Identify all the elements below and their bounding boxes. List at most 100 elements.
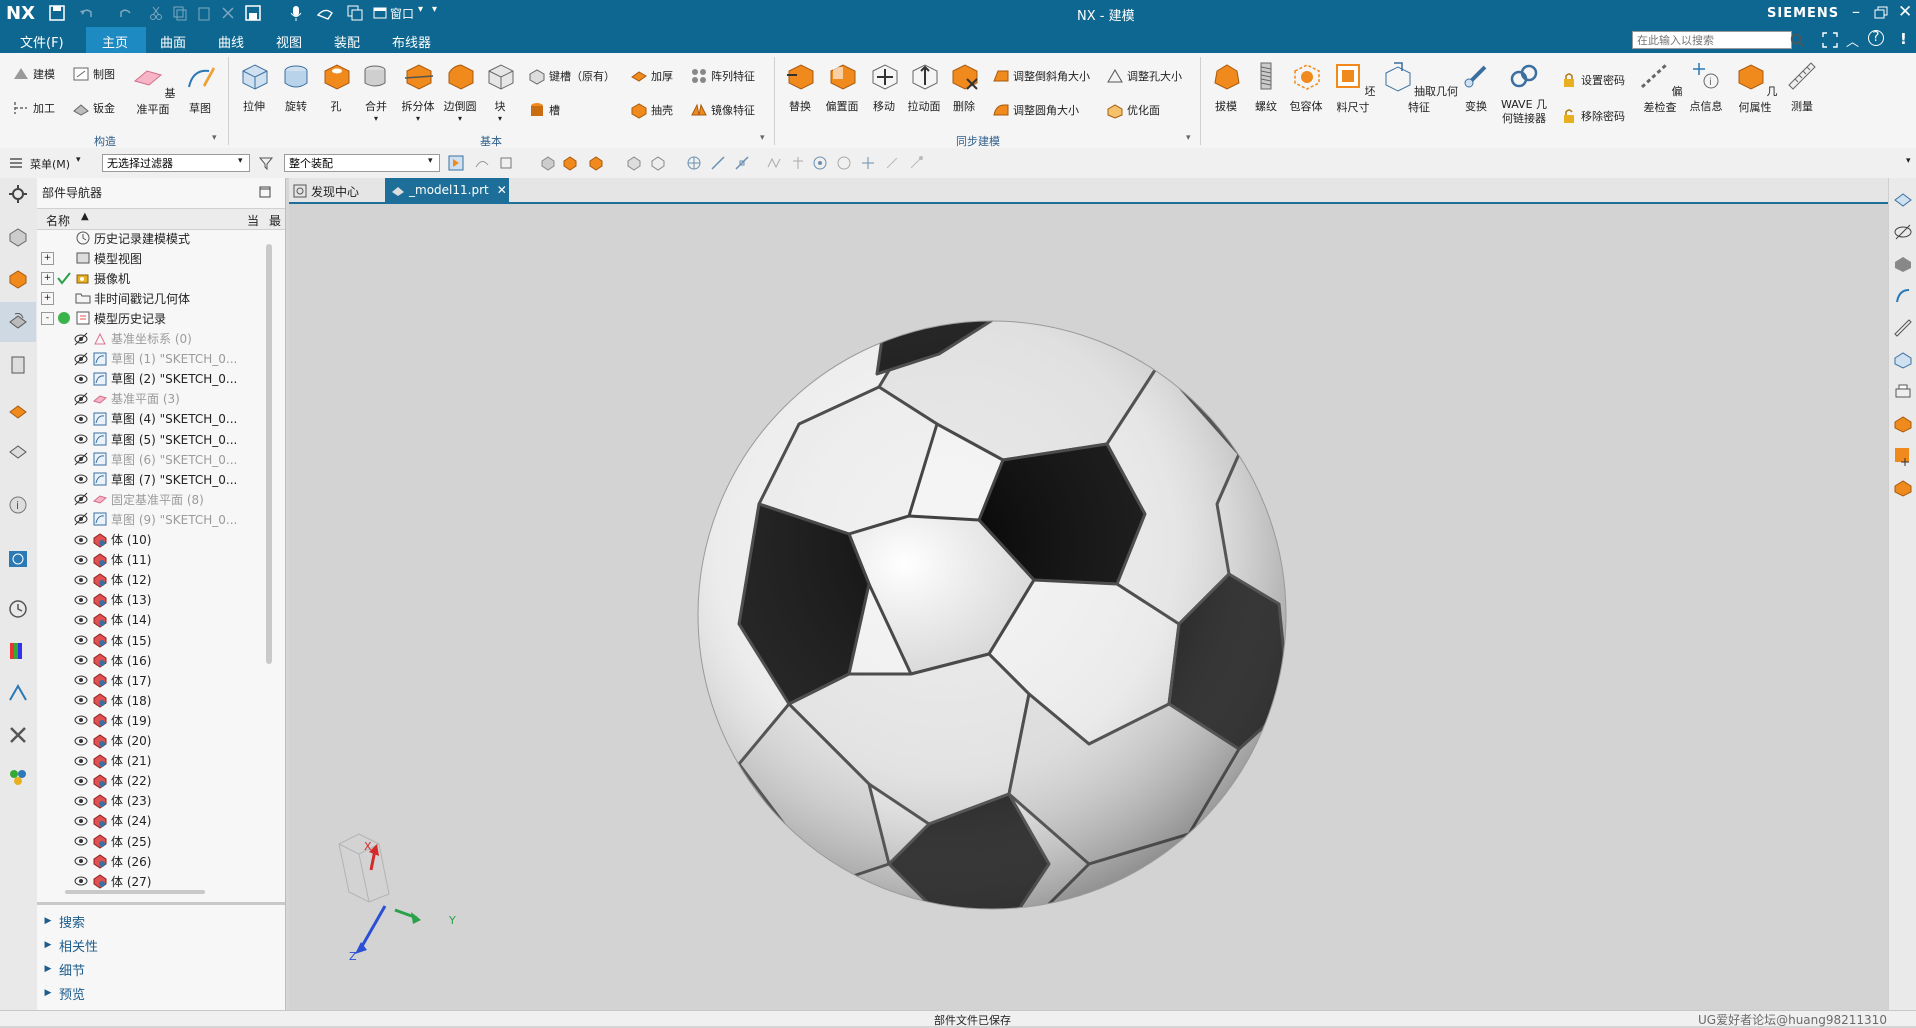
resize-chamfer-button[interactable]: 调整倒斜角大小 <box>992 67 1090 85</box>
snap-center-icon[interactable] <box>812 155 828 171</box>
toolbar-options-icon[interactable]: ▾ <box>1906 156 1911 166</box>
eye-visibility-icon[interactable] <box>73 692 89 708</box>
wave-linker-button[interactable]: WAVE 几何链接器 <box>1498 59 1550 126</box>
tree-row[interactable]: 基准平面 (3) <box>37 389 262 409</box>
sketch-button[interactable]: 草图 <box>180 61 220 116</box>
unite-button[interactable]: 合并 ▾ <box>356 59 396 123</box>
switch-window-icon[interactable] <box>346 4 364 22</box>
paste-icon[interactable] <box>196 5 212 21</box>
cut-icon[interactable] <box>148 5 164 21</box>
slot-legacy-button[interactable]: 键槽（原有） <box>528 67 615 85</box>
manufacturing-button[interactable]: 加工 <box>12 99 55 117</box>
tree-row[interactable]: 体 (19) <box>37 710 262 730</box>
remove-password-button[interactable]: 移除密码 <box>1560 107 1625 125</box>
reuse-library-icon[interactable] <box>7 354 29 376</box>
select-face-icon[interactable] <box>562 155 578 171</box>
eye-visibility-icon[interactable] <box>73 532 89 548</box>
settings-icon[interactable] <box>7 183 29 205</box>
select-component-icon[interactable] <box>588 155 604 171</box>
offset-face-button[interactable]: 偏置面 <box>822 59 862 114</box>
snap-existing-point-icon[interactable] <box>860 155 876 171</box>
tree-row[interactable]: 体 (16) <box>37 650 262 670</box>
replace-face-button[interactable]: 替换 <box>780 59 820 114</box>
tree-row[interactable]: 体 (11) <box>37 550 262 570</box>
snap-quadrant-icon[interactable] <box>836 155 852 171</box>
graphics-window[interactable]: X Z Y <box>289 202 1888 1012</box>
transform-button[interactable]: 变换 <box>1458 59 1494 114</box>
process-studio-icon[interactable] <box>7 682 29 704</box>
eye-visibility-icon[interactable] <box>73 431 89 447</box>
tree-row[interactable]: 草图 (2) "SKETCH_0... <box>37 369 262 389</box>
select-solid-icon[interactable] <box>650 155 666 171</box>
eye-visibility-icon[interactable] <box>73 572 89 588</box>
select-body-icon[interactable] <box>540 155 556 171</box>
tree-row[interactable]: 体 (23) <box>37 791 262 811</box>
select-sketch-icon[interactable] <box>498 155 514 171</box>
tree-row[interactable]: - 模型历史记录 <box>37 308 262 328</box>
menu-icon[interactable] <box>8 155 24 171</box>
maximize-panel-icon[interactable] <box>259 186 271 198</box>
save-options-icon[interactable] <box>244 4 262 22</box>
redo-icon[interactable] <box>118 5 134 21</box>
scope-dropdown-icon[interactable]: ▾ <box>428 156 433 166</box>
search-icon[interactable] <box>1790 33 1804 47</box>
eye-visibility-icon[interactable] <box>73 331 89 347</box>
sheet-metal-button[interactable]: 钣金 <box>72 99 115 117</box>
column-current[interactable]: 当 <box>247 212 259 229</box>
tree-row[interactable]: 体 (20) <box>37 731 262 751</box>
tree-row[interactable]: 体 (26) <box>37 851 262 871</box>
select-all-icon[interactable] <box>626 155 642 171</box>
extract-geometry-button[interactable]: 抽取几何特征 <box>1380 59 1458 115</box>
measure-button[interactable]: 测量 <box>1782 59 1822 114</box>
roles-icon[interactable] <box>7 766 29 788</box>
part-navigator-icon[interactable] <box>7 310 29 332</box>
measure-distance-icon[interactable] <box>1893 286 1913 306</box>
search-panel[interactable]: ▶ 搜索 <box>37 910 277 932</box>
eye-visibility-icon[interactable] <box>73 632 89 648</box>
eye-visibility-icon[interactable] <box>73 672 89 688</box>
dependencies-panel[interactable]: ▶ 相关性 <box>37 934 277 956</box>
edit-object-display-icon[interactable] <box>1893 478 1913 498</box>
tree-row[interactable]: 体 (18) <box>37 690 262 710</box>
expander-icon[interactable]: - <box>41 311 54 325</box>
tab-assembly[interactable]: 装配 <box>334 32 360 51</box>
tab-home[interactable]: 主页 <box>102 32 128 51</box>
save-icon[interactable] <box>48 4 66 22</box>
preview-panel[interactable]: ▶ 预览 <box>37 982 277 1004</box>
view-orient-icon[interactable] <box>1893 350 1913 370</box>
palette-icon[interactable] <box>7 640 29 662</box>
expander-icon[interactable]: + <box>41 291 54 305</box>
file-menu[interactable]: 文件(F) <box>20 32 64 51</box>
eye-visibility-icon[interactable] <box>73 491 89 507</box>
snap-on-face-icon[interactable] <box>908 155 924 171</box>
sort-ascending-icon[interactable]: ▲ <box>81 211 89 222</box>
datum-plane-button[interactable]: 基准平面 <box>130 61 176 117</box>
point-info-button[interactable]: i 点信息 <box>1686 59 1726 114</box>
eye-visibility-icon[interactable] <box>73 813 89 829</box>
filter-dropdown-icon[interactable]: ▾ <box>238 156 243 166</box>
quick-access-customize-icon[interactable]: ▾ <box>432 4 437 15</box>
tree-row[interactable]: 草图 (1) "SKETCH_0... <box>37 349 262 369</box>
eye-visibility-icon[interactable] <box>73 773 89 789</box>
tree-row[interactable]: 体 (13) <box>37 590 262 610</box>
draft-button[interactable]: 拔模 <box>1206 59 1246 114</box>
groove-button[interactable]: 槽 <box>528 101 560 119</box>
move-object-icon[interactable] <box>1893 446 1913 466</box>
tree-row[interactable]: 体 (14) <box>37 610 262 630</box>
move-face-button[interactable]: 移动 <box>864 59 904 114</box>
eye-visibility-icon[interactable] <box>73 753 89 769</box>
eye-visibility-icon[interactable] <box>73 733 89 749</box>
construct-expand-icon[interactable]: ▾ <box>212 133 217 143</box>
snap-end-icon[interactable] <box>710 155 726 171</box>
tree-horizontal-scrollbar[interactable] <box>65 890 205 894</box>
deviation-check-button[interactable]: 偏差检查 <box>1636 59 1684 115</box>
eye-visibility-icon[interactable] <box>73 873 89 889</box>
eye-visibility-icon[interactable] <box>73 833 89 849</box>
panel-divider[interactable] <box>37 902 285 905</box>
tree-row[interactable]: 体 (22) <box>37 771 262 791</box>
eye-visibility-icon[interactable] <box>73 371 89 387</box>
print-icon[interactable] <box>1893 382 1913 402</box>
window-menu-arrow-icon[interactable]: ▾ <box>418 4 423 15</box>
eye-visibility-icon[interactable] <box>73 652 89 668</box>
eye-visibility-icon[interactable] <box>73 552 89 568</box>
